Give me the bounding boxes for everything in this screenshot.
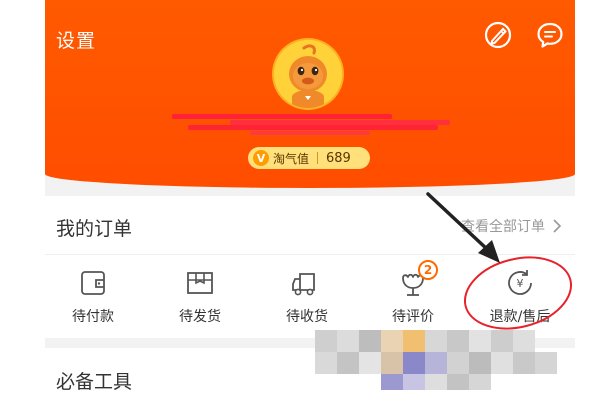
refund-icon: ¥ <box>508 270 532 295</box>
v-level-icon: V <box>253 150 269 166</box>
avatar[interactable] <box>274 40 342 108</box>
taoqi-points-badge[interactable]: V 淘气值 689 <box>248 147 370 169</box>
truck-icon <box>292 273 315 296</box>
edit-icon[interactable] <box>483 20 513 50</box>
wallet-icon <box>81 271 105 295</box>
order-item-label: 待发货 <box>179 309 221 325</box>
order-item-label: 待付款 <box>72 309 114 325</box>
orders-title: 我的订单 <box>56 218 133 240</box>
svg-text:¥: ¥ <box>517 277 524 290</box>
chevron-right-icon <box>553 219 562 233</box>
orders-divider <box>45 254 575 255</box>
points-label: 淘气值 <box>273 151 310 166</box>
points-separator <box>317 152 319 164</box>
app-screen: 设置 V 淘气值 689 我的订单 查看全部订单 待付款 待发货 待收货 2 待… <box>45 0 575 400</box>
order-pending-shipment[interactable]: 待发货 <box>155 268 245 328</box>
package-icon <box>187 272 213 294</box>
profile-header: 设置 V 淘气值 689 <box>45 0 575 188</box>
my-orders-card: 我的订单 查看全部订单 待付款 待发货 待收货 2 待评价 ¥ 退款/售后 <box>45 196 575 338</box>
mascot-avatar-icon <box>274 40 342 108</box>
message-icon[interactable] <box>535 20 565 50</box>
settings-link[interactable]: 设置 <box>56 26 96 53</box>
order-pending-receipt[interactable]: 待收货 <box>262 268 352 328</box>
view-all-orders-link[interactable]: 查看全部订单 <box>461 216 563 236</box>
order-pending-review[interactable]: 2 待评价 <box>368 260 458 328</box>
mosaic-redaction <box>315 330 557 390</box>
order-pending-payment[interactable]: 待付款 <box>48 268 138 328</box>
view-all-orders-label: 查看全部订单 <box>461 219 545 235</box>
order-refund-aftersale[interactable]: ¥ 退款/售后 <box>475 268 565 328</box>
review-count-badge: 2 <box>418 260 438 280</box>
review-icon-wrap: 2 <box>396 260 438 298</box>
points-value: 689 <box>326 150 351 166</box>
redacted-username <box>172 114 450 135</box>
tools-title: 必备工具 <box>56 371 133 393</box>
